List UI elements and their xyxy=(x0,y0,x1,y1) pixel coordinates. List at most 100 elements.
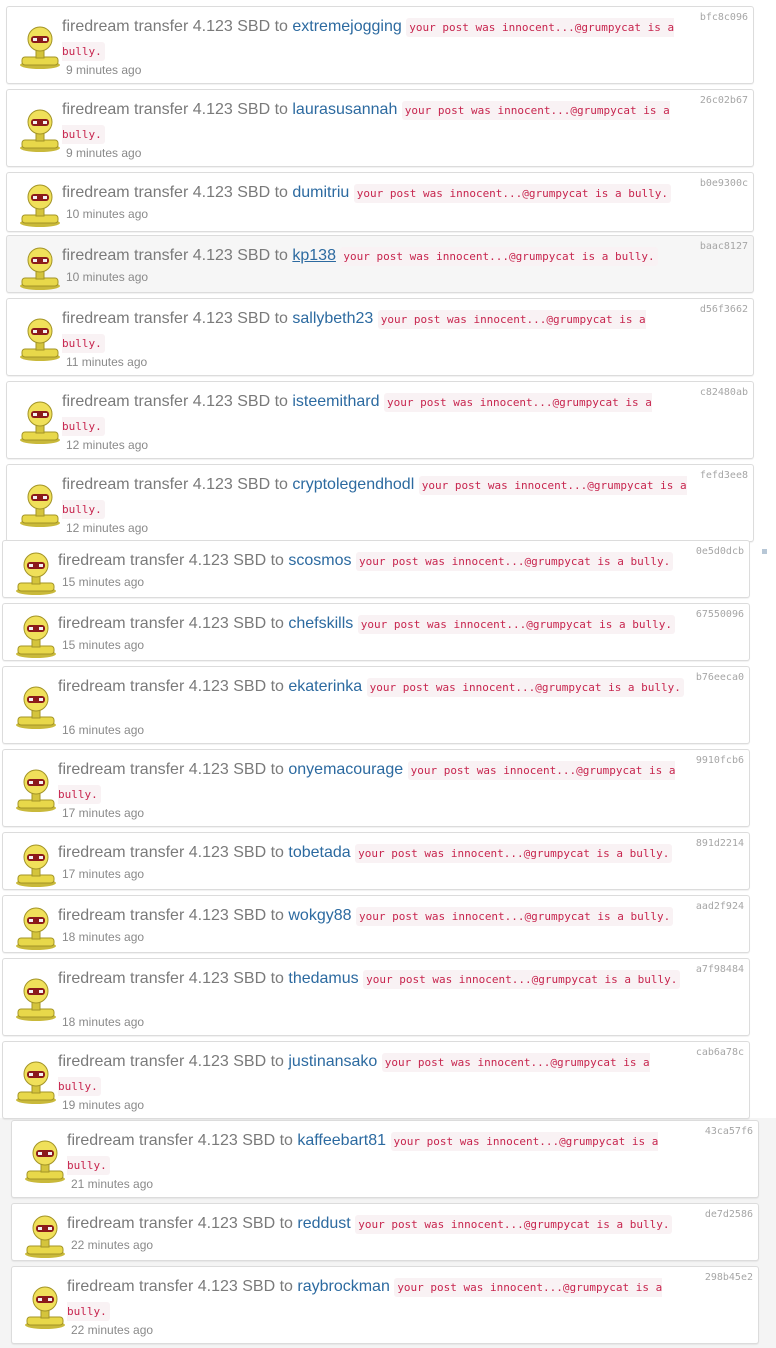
transfer-row: firedream transfer 4.123 SBD to chefskil… xyxy=(2,603,750,661)
timestamp: 15 minutes ago xyxy=(62,638,145,652)
transfer-verb: transfer xyxy=(139,1132,194,1149)
recipient-link[interactable]: sallybeth23 xyxy=(292,310,373,327)
recipient-link[interactable]: cryptolegendhodl xyxy=(292,476,414,493)
transfer-verb: transfer xyxy=(130,844,185,861)
transaction-id[interactable]: aad2f924 xyxy=(696,901,744,912)
transfer-memo: your post was innocent...@grumpycat is a… xyxy=(363,970,681,989)
robot-avatar-icon[interactable] xyxy=(16,479,64,527)
transaction-id[interactable]: 26c02b67 xyxy=(700,95,748,106)
robot-avatar-icon[interactable] xyxy=(12,902,60,950)
sender-name: firedream xyxy=(58,761,126,778)
to-word: to xyxy=(279,1278,293,1295)
transaction-id[interactable]: de7d2586 xyxy=(705,1209,753,1220)
recipient-link[interactable]: reddust xyxy=(297,1215,350,1232)
robot-avatar-icon[interactable] xyxy=(12,610,60,658)
transaction-id[interactable]: cab6a78c xyxy=(696,1047,744,1058)
transfer-amount: 4.123 SBD xyxy=(192,310,271,327)
transaction-id[interactable]: b76eeca0 xyxy=(696,672,744,683)
recipient-link[interactable]: kp138 xyxy=(292,247,336,264)
timestamp: 10 minutes ago xyxy=(66,270,149,284)
transfer-description: firedream transfer 4.123 SBD to kp138 yo… xyxy=(62,244,691,268)
transaction-id[interactable]: 9910fcb6 xyxy=(696,755,744,766)
transaction-id[interactable]: bfc8c096 xyxy=(700,12,748,23)
recipient-link[interactable]: isteemithard xyxy=(292,393,379,410)
recipient-link[interactable]: justinansako xyxy=(288,1053,377,1070)
recipient-link[interactable]: scosmos xyxy=(288,552,351,569)
transfer-verb: transfer xyxy=(134,476,189,493)
robot-avatar-icon[interactable] xyxy=(16,313,64,361)
robot-avatar-icon[interactable] xyxy=(12,1056,60,1104)
transaction-id[interactable]: 0e5d0dcb xyxy=(696,546,744,557)
transaction-id[interactable]: b0e9300c xyxy=(700,178,748,189)
robot-avatar-icon[interactable] xyxy=(16,242,64,290)
transaction-id[interactable]: baac8127 xyxy=(700,241,748,252)
sender-name: firedream xyxy=(58,907,126,924)
recipient-link[interactable]: tobetada xyxy=(288,844,350,861)
transaction-id[interactable]: a7f98484 xyxy=(696,964,744,975)
transaction-id[interactable]: 67550096 xyxy=(696,609,744,620)
transfer-amount: 4.123 SBD xyxy=(197,1132,276,1149)
transfer-row: firedream transfer 4.123 SBD to raybrock… xyxy=(11,1266,759,1344)
robot-avatar-icon[interactable] xyxy=(21,1210,69,1258)
transaction-id[interactable]: 891d2214 xyxy=(696,838,744,849)
robot-avatar-icon[interactable] xyxy=(16,104,64,152)
transaction-id[interactable]: d56f3662 xyxy=(700,304,748,315)
transfer-verb: transfer xyxy=(134,393,189,410)
transfer-row: firedream transfer 4.123 SBD to ekaterin… xyxy=(2,666,750,744)
robot-avatar-icon[interactable] xyxy=(16,21,64,69)
to-word: to xyxy=(274,310,288,327)
to-word: to xyxy=(270,615,284,632)
to-word: to xyxy=(274,184,288,201)
robot-avatar-icon[interactable] xyxy=(21,1281,69,1329)
recipient-link[interactable]: ekaterinka xyxy=(288,678,362,695)
robot-avatar-icon[interactable] xyxy=(12,764,60,812)
recipient-link[interactable]: extremejogging xyxy=(292,18,401,35)
robot-avatar-icon[interactable] xyxy=(16,179,64,227)
timestamp: 22 minutes ago xyxy=(71,1238,154,1252)
recipient-link[interactable]: chefskills xyxy=(288,615,353,632)
robot-avatar-icon[interactable] xyxy=(21,1135,69,1183)
robot-avatar-icon[interactable] xyxy=(12,973,60,1021)
recipient-link[interactable]: raybrockman xyxy=(297,1278,389,1295)
recipient-link[interactable]: dumitriu xyxy=(292,184,349,201)
transaction-id[interactable]: 298b45e2 xyxy=(705,1272,753,1283)
robot-avatar-icon[interactable] xyxy=(12,839,60,887)
transfer-description: firedream transfer 4.123 SBD to chefskil… xyxy=(58,612,687,636)
transfer-verb: transfer xyxy=(130,615,185,632)
transfer-description: firedream transfer 4.123 SBD to isteemit… xyxy=(62,390,691,438)
recipient-link[interactable]: kaffeebart81 xyxy=(297,1132,386,1149)
transfer-memo: your post was innocent...@grumpycat is a… xyxy=(355,907,674,926)
transfer-row: firedream transfer 4.123 SBD to sallybet… xyxy=(6,298,754,376)
transfer-verb: transfer xyxy=(134,18,189,35)
timestamp: 18 minutes ago xyxy=(62,930,145,944)
transfer-amount: 4.123 SBD xyxy=(188,552,267,569)
transfer-description: firedream transfer 4.123 SBD to scosmos … xyxy=(58,549,687,573)
transaction-id[interactable]: c82480ab xyxy=(700,387,748,398)
transfer-verb: transfer xyxy=(139,1215,194,1232)
transfer-memo: your post was innocent...@grumpycat is a… xyxy=(357,615,675,634)
transfer-description: firedream transfer 4.123 SBD to cryptole… xyxy=(62,473,691,521)
transfer-verb: transfer xyxy=(134,310,189,327)
transfer-row: firedream transfer 4.123 SBD to wokgy88 … xyxy=(2,895,750,953)
transfer-row: firedream transfer 4.123 SBD to dumitriu… xyxy=(6,172,754,232)
transfer-verb: transfer xyxy=(130,678,185,695)
robot-avatar-icon[interactable] xyxy=(16,396,64,444)
transaction-id[interactable]: fefd3ee8 xyxy=(700,470,748,481)
recipient-link[interactable]: onyemacourage xyxy=(288,761,403,778)
transfer-amount: 4.123 SBD xyxy=(188,1053,267,1070)
robot-avatar-icon[interactable] xyxy=(12,681,60,729)
timestamp: 12 minutes ago xyxy=(66,521,149,535)
transfer-memo: your post was innocent...@grumpycat is a… xyxy=(355,552,674,571)
robot-avatar-icon[interactable] xyxy=(12,547,60,595)
transfer-verb: transfer xyxy=(134,184,189,201)
transaction-id[interactable]: 43ca57f6 xyxy=(705,1126,753,1137)
recipient-link[interactable]: thedamus xyxy=(288,970,358,987)
transfer-row: firedream transfer 4.123 SBD to extremej… xyxy=(6,6,754,84)
transfer-amount: 4.123 SBD xyxy=(197,1215,276,1232)
sender-name: firedream xyxy=(58,552,126,569)
sender-name: firedream xyxy=(62,247,130,264)
recipient-link[interactable]: laurasusannah xyxy=(292,101,397,118)
transfer-amount: 4.123 SBD xyxy=(188,907,267,924)
recipient-link[interactable]: wokgy88 xyxy=(288,907,351,924)
transfer-amount: 4.123 SBD xyxy=(192,184,271,201)
